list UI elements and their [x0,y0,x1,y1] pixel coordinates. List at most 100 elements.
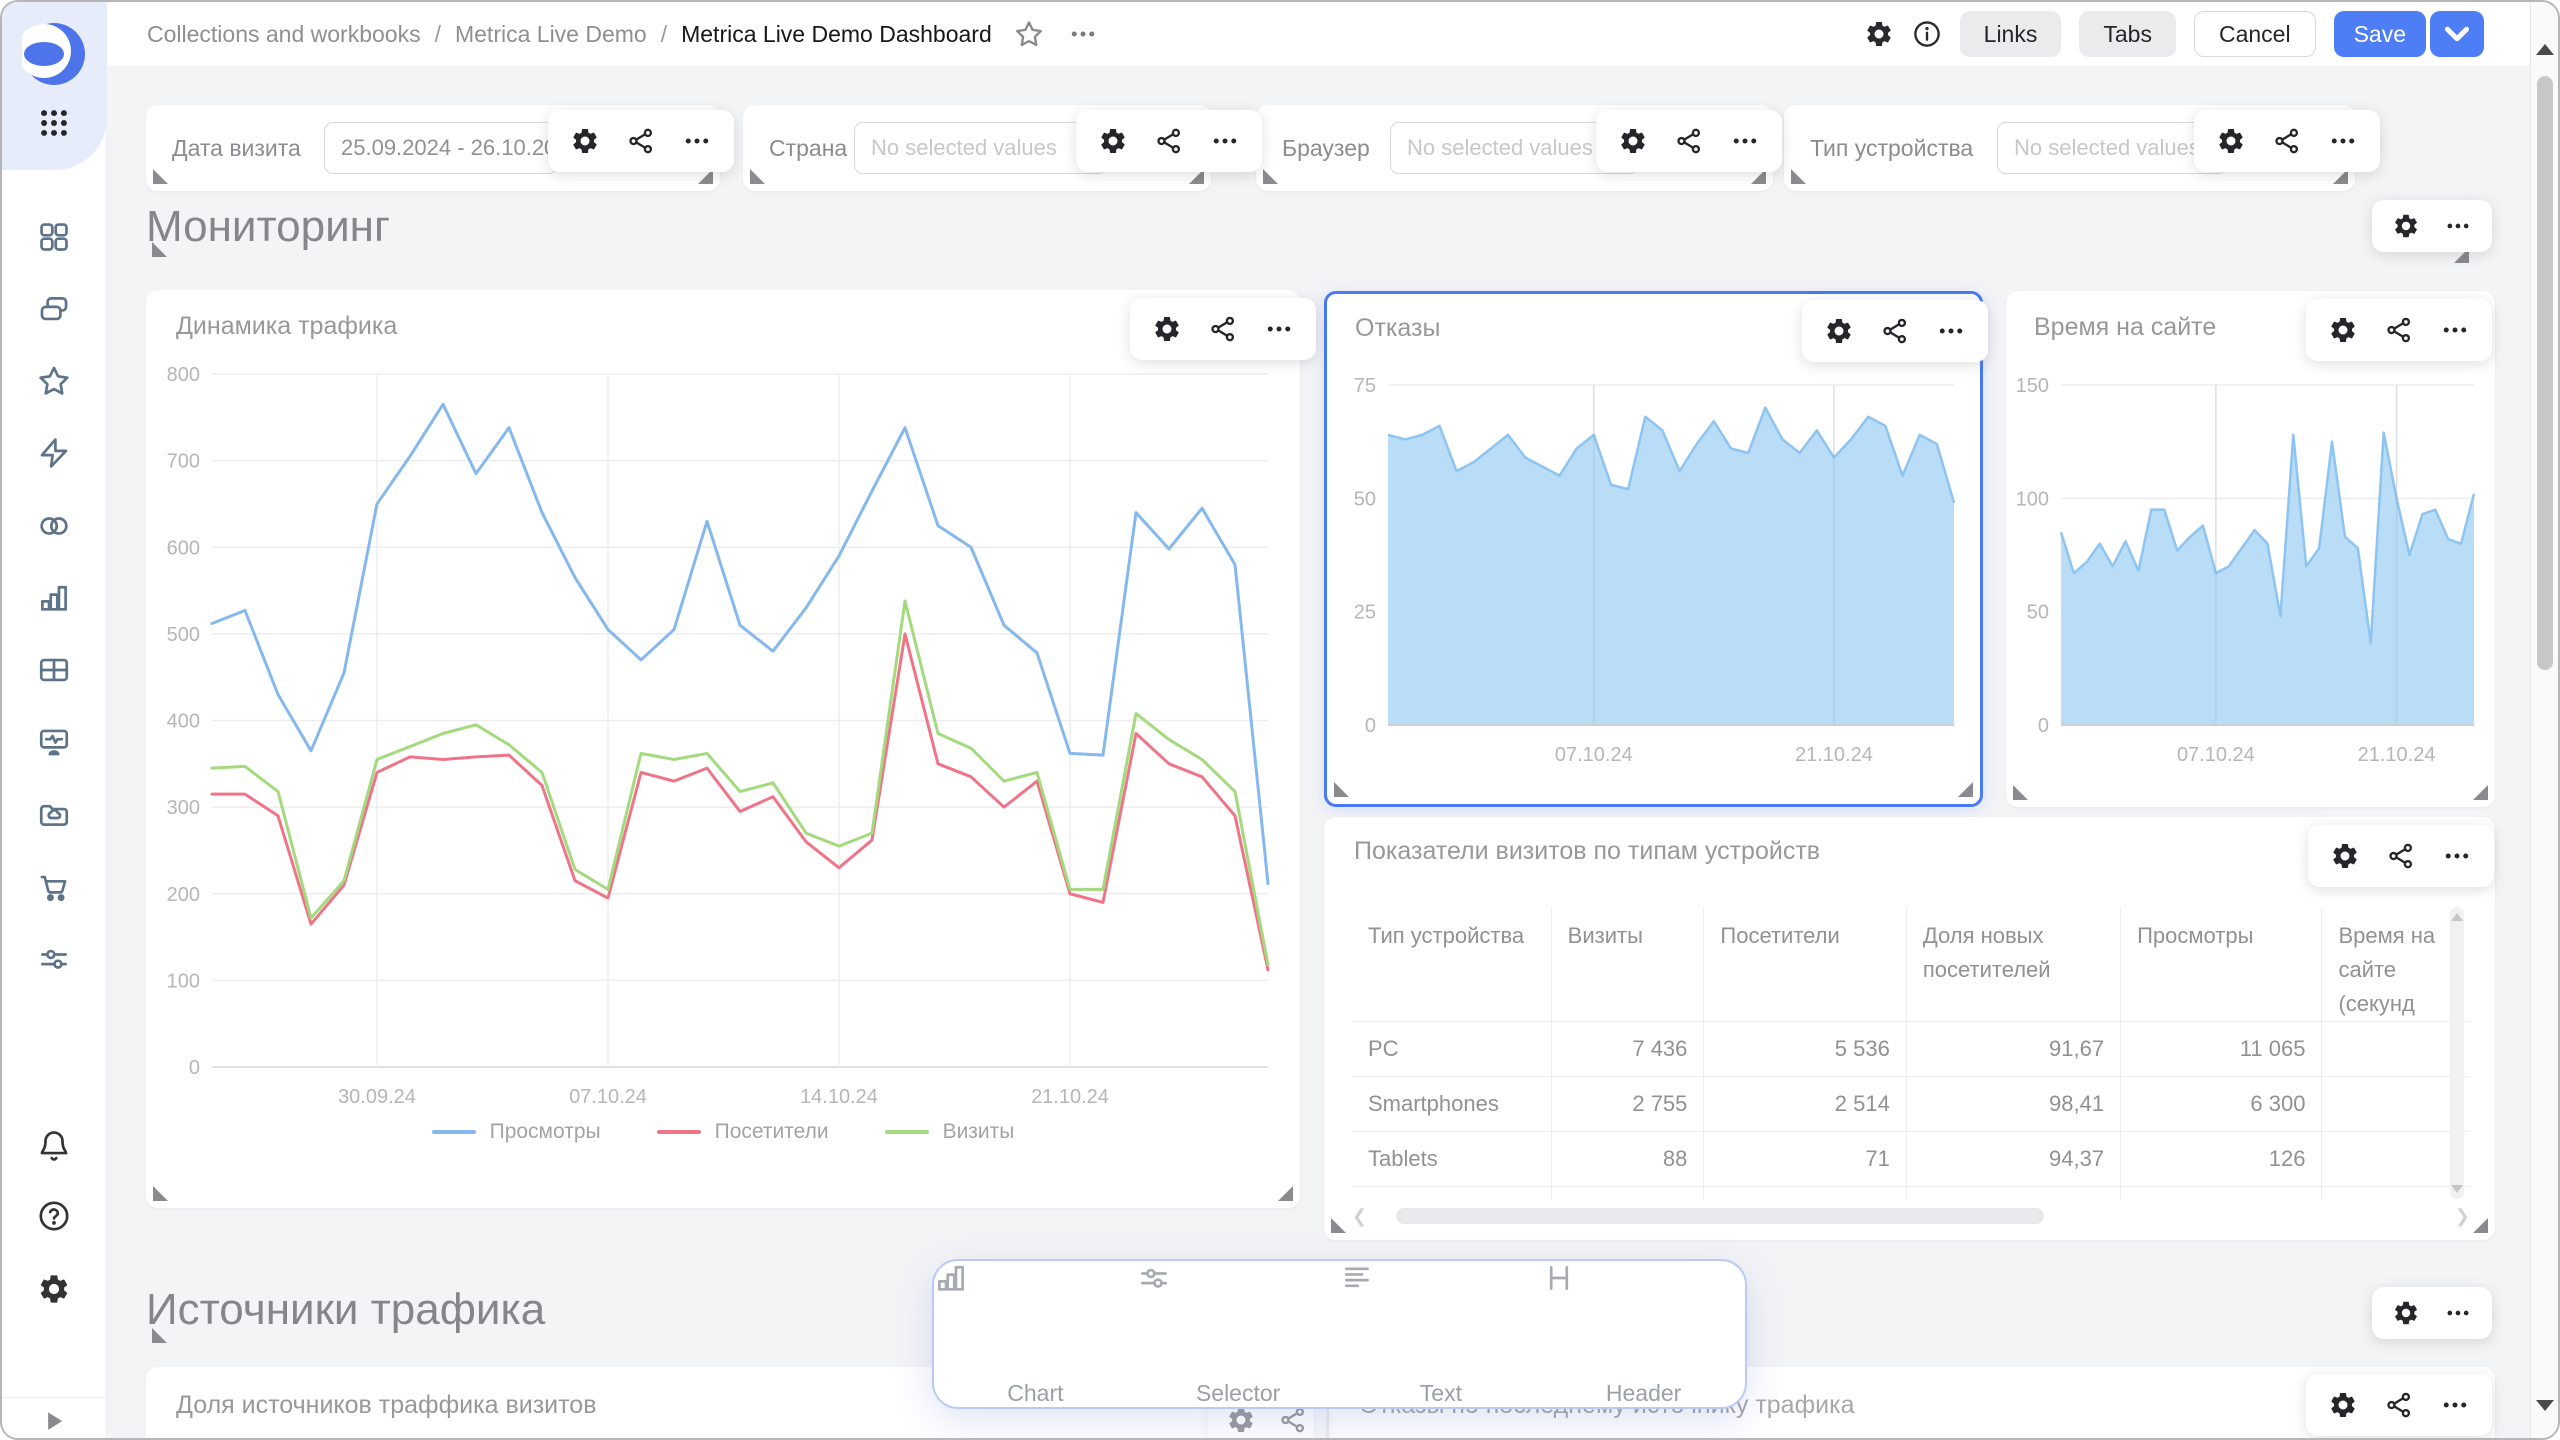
resize-handle[interactable] [750,169,765,184]
resize-handle[interactable] [1334,782,1349,797]
table-header-cell[interactable]: Просмотры [2121,907,2322,1022]
widget-more-icon[interactable] [1730,126,1760,156]
widget-settings-gear-icon[interactable] [1226,1405,1256,1435]
table-horizontal-scrollbar[interactable]: ❮ ❯ [1352,1208,2470,1224]
tabs-button[interactable]: Tabs [2079,11,2176,57]
widget-more-icon[interactable] [1936,316,1966,346]
info-icon[interactable] [1912,19,1942,49]
breadcrumb-collections[interactable]: Collections and workbooks [147,21,421,48]
add-chart-button[interactable]: Chart [934,1261,1137,1407]
widget-settings-gear-icon[interactable] [2392,212,2420,240]
legend-item[interactable]: Визиты [885,1120,1015,1144]
resize-handle[interactable] [153,169,168,184]
scroll-right-icon[interactable]: ❯ [2455,1206,2470,1227]
resize-handle[interactable] [1958,782,1973,797]
widget-settings-gear-icon[interactable] [1098,126,1128,156]
bounces-chart[interactable]: 025507507.10.2421.10.24 [1338,355,1968,780]
widget-more-icon[interactable] [2444,212,2472,240]
widget-links-icon[interactable] [1880,316,1910,346]
widget-links-icon[interactable] [2384,1390,2414,1420]
widget-more-icon[interactable] [2444,1299,2472,1327]
scroll-down-icon[interactable] [2536,1400,2554,1411]
add-text-button[interactable]: Text [1340,1261,1543,1407]
cancel-button[interactable]: Cancel [2194,11,2316,57]
resize-handle[interactable] [2473,785,2488,800]
widget-settings-gear-icon[interactable] [2216,126,2246,156]
widget-settings-gear-icon[interactable] [570,126,600,156]
country-select-input[interactable]: No selected values [854,122,1107,174]
widget-more-icon[interactable] [2328,126,2358,156]
legend-item[interactable]: Посетители [657,1120,829,1144]
widget-more-icon[interactable] [1264,314,1294,344]
sidebar-item-services-icon[interactable] [37,942,71,976]
table-header-cell[interactable]: Посетители [1704,907,1906,1022]
widget-links-icon[interactable] [1674,126,1704,156]
table-header-cell[interactable]: Доля новых посетителей [1906,907,2120,1022]
scroll-left-icon[interactable]: ❮ [1352,1206,1367,1227]
widget-links-icon[interactable] [2272,126,2302,156]
widget-links-icon[interactable] [2386,841,2416,871]
add-selector-button[interactable]: Selector [1137,1261,1340,1407]
widget-more-icon[interactable] [682,126,712,156]
page-scrollbar[interactable] [2530,2,2558,1440]
table-header-cell[interactable]: Визиты [1551,907,1704,1022]
links-button[interactable]: Links [1960,11,2062,57]
scroll-down-icon[interactable] [2451,1185,2463,1193]
sidebar-item-monitoring-icon[interactable] [37,725,71,759]
widget-settings-gear-icon[interactable] [2392,1299,2420,1327]
help-icon[interactable] [37,1199,71,1233]
resize-handle[interactable] [152,1328,167,1343]
notifications-bell-icon[interactable] [37,1129,71,1163]
device-type-select-input[interactable]: No selected values [1997,122,2227,174]
settings-gear-icon[interactable] [37,1272,71,1306]
sidebar-item-quick-icon[interactable] [37,436,71,470]
apps-menu-icon[interactable] [37,106,71,140]
sidebar-item-collections-icon[interactable] [37,292,71,326]
resize-handle[interactable] [1331,1218,1346,1233]
widget-settings-gear-icon[interactable] [1152,314,1182,344]
widget-links-icon[interactable] [1154,126,1184,156]
resize-handle[interactable] [153,1186,168,1201]
favorite-star-icon[interactable] [1014,19,1044,49]
resize-handle[interactable] [1263,169,1278,184]
widget-settings-gear-icon[interactable] [2330,841,2360,871]
resize-handle[interactable] [152,242,167,257]
chart-card-bounces-selected[interactable]: Отказы 025507507.10.2421.10.24 [1324,291,1983,807]
table-vertical-scrollbar[interactable] [2450,907,2464,1199]
table-header-cell[interactable]: Время на сайте (секунд [2322,907,2470,1022]
traffic-dynamics-chart[interactable]: 010020030040050060070080030.09.2407.10.2… [166,354,1280,1114]
widget-more-icon[interactable] [2440,1390,2470,1420]
resize-handle[interactable] [2013,785,2028,800]
table-header-cell[interactable]: Тип устройства [1352,907,1551,1022]
sidebar-item-storage-icon[interactable] [37,797,71,831]
sidebar-item-dashboards-icon[interactable] [37,220,71,254]
sidebar-item-charts-icon[interactable] [37,581,71,615]
widget-links-icon[interactable] [1278,1405,1308,1435]
sidebar-item-marketplace-icon[interactable] [37,870,71,904]
save-button[interactable]: Save [2334,11,2426,57]
resize-handle[interactable] [1278,1186,1293,1201]
widget-settings-gear-icon[interactable] [2328,315,2358,345]
widget-settings-gear-icon[interactable] [2328,1390,2358,1420]
scrollbar-thumb[interactable] [2537,76,2553,670]
widget-more-icon[interactable] [2440,315,2470,345]
sidebar-item-datasets-icon[interactable] [37,653,71,687]
scroll-up-icon[interactable] [2451,913,2463,921]
breadcrumb-workbook[interactable]: Metrica Live Demo [455,21,647,48]
widget-settings-gear-icon[interactable] [1824,316,1854,346]
widget-settings-gear-icon[interactable] [1618,126,1648,156]
datalens-logo[interactable] [22,22,86,86]
legend-item[interactable]: Просмотры [432,1120,601,1144]
scroll-up-icon[interactable] [2536,44,2554,55]
dashboard-settings-gear-icon[interactable] [1864,19,1894,49]
expand-sidebar-icon[interactable] [40,1406,68,1434]
widget-links-icon[interactable] [626,126,656,156]
widget-more-icon[interactable] [1210,126,1240,156]
sidebar-item-connections-icon[interactable] [37,509,71,543]
resize-handle[interactable] [2473,1218,2488,1233]
widget-links-icon[interactable] [1208,314,1238,344]
widget-links-icon[interactable] [2384,315,2414,345]
breadcrumb-more-icon[interactable] [1068,19,1098,49]
resize-handle[interactable] [1791,169,1806,184]
widget-more-icon[interactable] [2442,841,2472,871]
